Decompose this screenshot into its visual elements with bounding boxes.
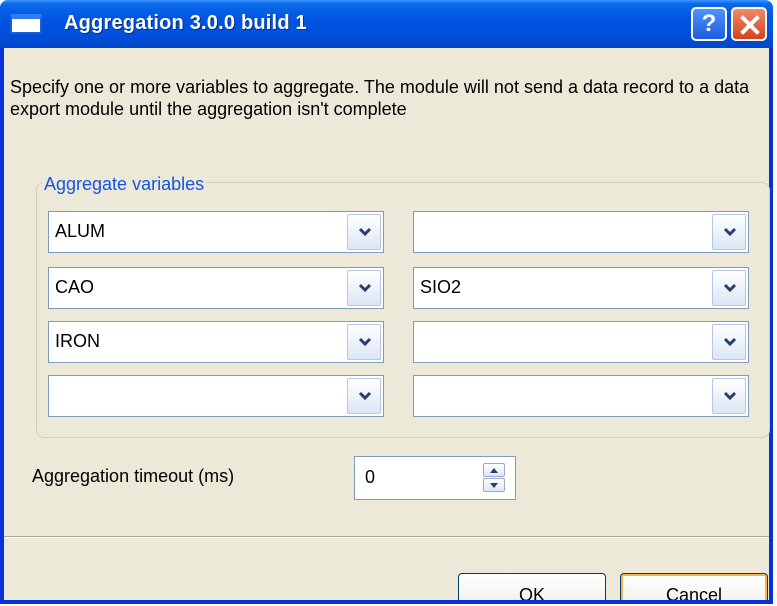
timeout-label: Aggregation timeout (ms) [32, 466, 235, 486]
window-icon [10, 14, 42, 34]
title-bar[interactable]: Aggregation 3.0.0 build 1 ? [0, 0, 773, 48]
chevron-down-icon [723, 227, 737, 237]
chevron-down-icon [490, 483, 498, 488]
variable-combo-4[interactable]: SIO2 [413, 267, 749, 309]
variable-combo-8[interactable] [413, 375, 749, 417]
variable-combo-7[interactable] [48, 375, 384, 417]
variable-combo-2[interactable] [413, 211, 749, 253]
variable-combo-value: ALUM [55, 221, 106, 241]
timeout-value[interactable]: 0 [365, 467, 375, 488]
dropdown-button[interactable] [712, 214, 746, 250]
close-button[interactable] [731, 7, 767, 41]
footer-divider [4, 536, 769, 538]
spin-down-button[interactable] [483, 478, 505, 492]
dropdown-button[interactable] [347, 324, 381, 360]
variable-combo-value: IRON [55, 331, 100, 351]
chevron-down-icon [723, 283, 737, 293]
group-label: Aggregate variables [42, 174, 207, 195]
dropdown-button[interactable] [712, 270, 746, 306]
chevron-down-icon [723, 337, 737, 347]
variable-combo-6[interactable] [413, 321, 749, 363]
dropdown-button[interactable] [347, 378, 381, 414]
description-text: Specify one or more variables to aggrega… [10, 77, 750, 119]
dropdown-button[interactable] [347, 214, 381, 250]
timeout-spinner[interactable]: 0 [354, 456, 516, 500]
variable-combo-5[interactable]: IRON [48, 321, 384, 363]
dialog-window: Aggregation 3.0.0 build 1 ? Specify one … [0, 0, 773, 604]
spinner-buttons [483, 463, 505, 493]
window-frame-bottom [0, 600, 773, 604]
chevron-down-icon [358, 283, 372, 293]
help-button[interactable]: ? [691, 7, 727, 41]
variable-combo-value: SIO2 [420, 277, 462, 297]
spin-up-button[interactable] [483, 463, 505, 477]
close-icon [740, 15, 760, 35]
chevron-down-icon [723, 391, 737, 401]
dialog-body: Specify one or more variables to aggrega… [4, 48, 770, 604]
dropdown-button[interactable] [712, 324, 746, 360]
variable-combo-3[interactable]: CAO [48, 267, 384, 309]
variable-combo-value: CAO [55, 277, 95, 297]
variable-combo-1[interactable]: ALUM [48, 211, 384, 253]
chevron-up-icon [490, 468, 498, 473]
chevron-down-icon [358, 227, 372, 237]
chevron-down-icon [358, 391, 372, 401]
window-title: Aggregation 3.0.0 build 1 [64, 12, 307, 34]
dropdown-button[interactable] [712, 378, 746, 414]
chevron-down-icon [358, 337, 372, 347]
dropdown-button[interactable] [347, 270, 381, 306]
